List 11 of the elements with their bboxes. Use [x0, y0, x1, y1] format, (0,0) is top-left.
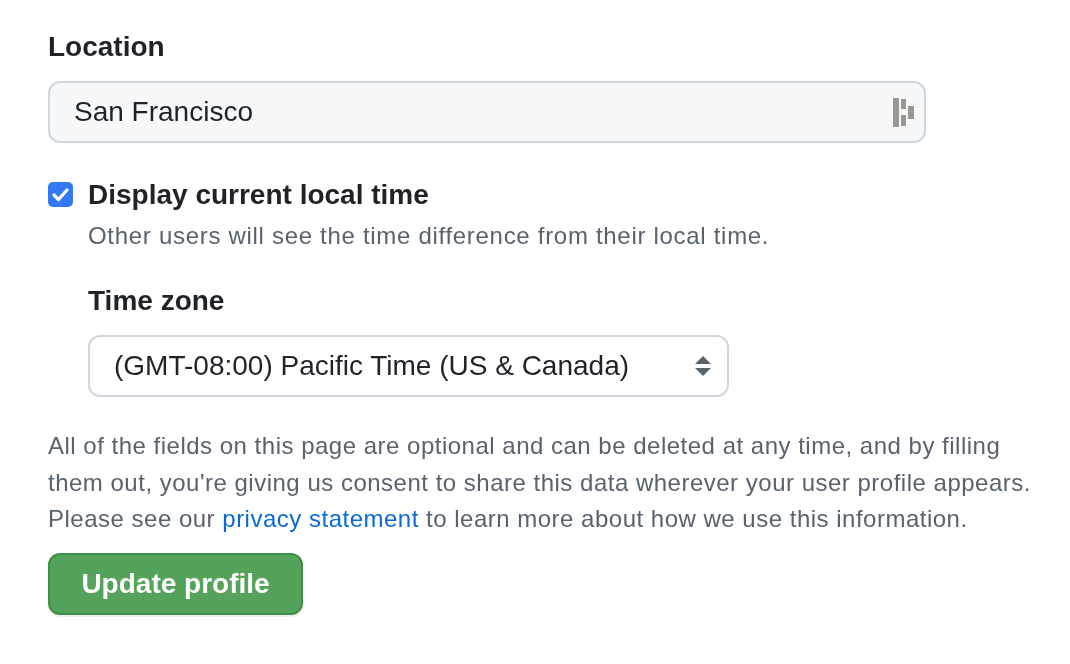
field-label: Location [48, 30, 165, 64]
privacy-note: All of the fields on this page are optional and can be deleted at any time, and by filling them out, you're giving us consent to share this data wherever your user profile appears. Please see our privacy statement to learn more about how we use this information. [48, 431, 1032, 534]
time-zone-select[interactable]: (GMT-08:00) Pacific Time (US & Canada) [88, 335, 729, 397]
field-label: Time zone [88, 284, 225, 318]
bars-icon[interactable] [893, 97, 914, 127]
checkbox-description: Other users will see the time difference from their local time. [88, 221, 770, 251]
checkbox[interactable] [48, 182, 73, 207]
up-down-caret-icon [695, 356, 711, 376]
privacy-statement-link[interactable]: privacy statement [222, 505, 419, 532]
location-input[interactable]: San Francisco [48, 81, 926, 143]
checkbox-label[interactable]: Display current local time [88, 177, 429, 213]
